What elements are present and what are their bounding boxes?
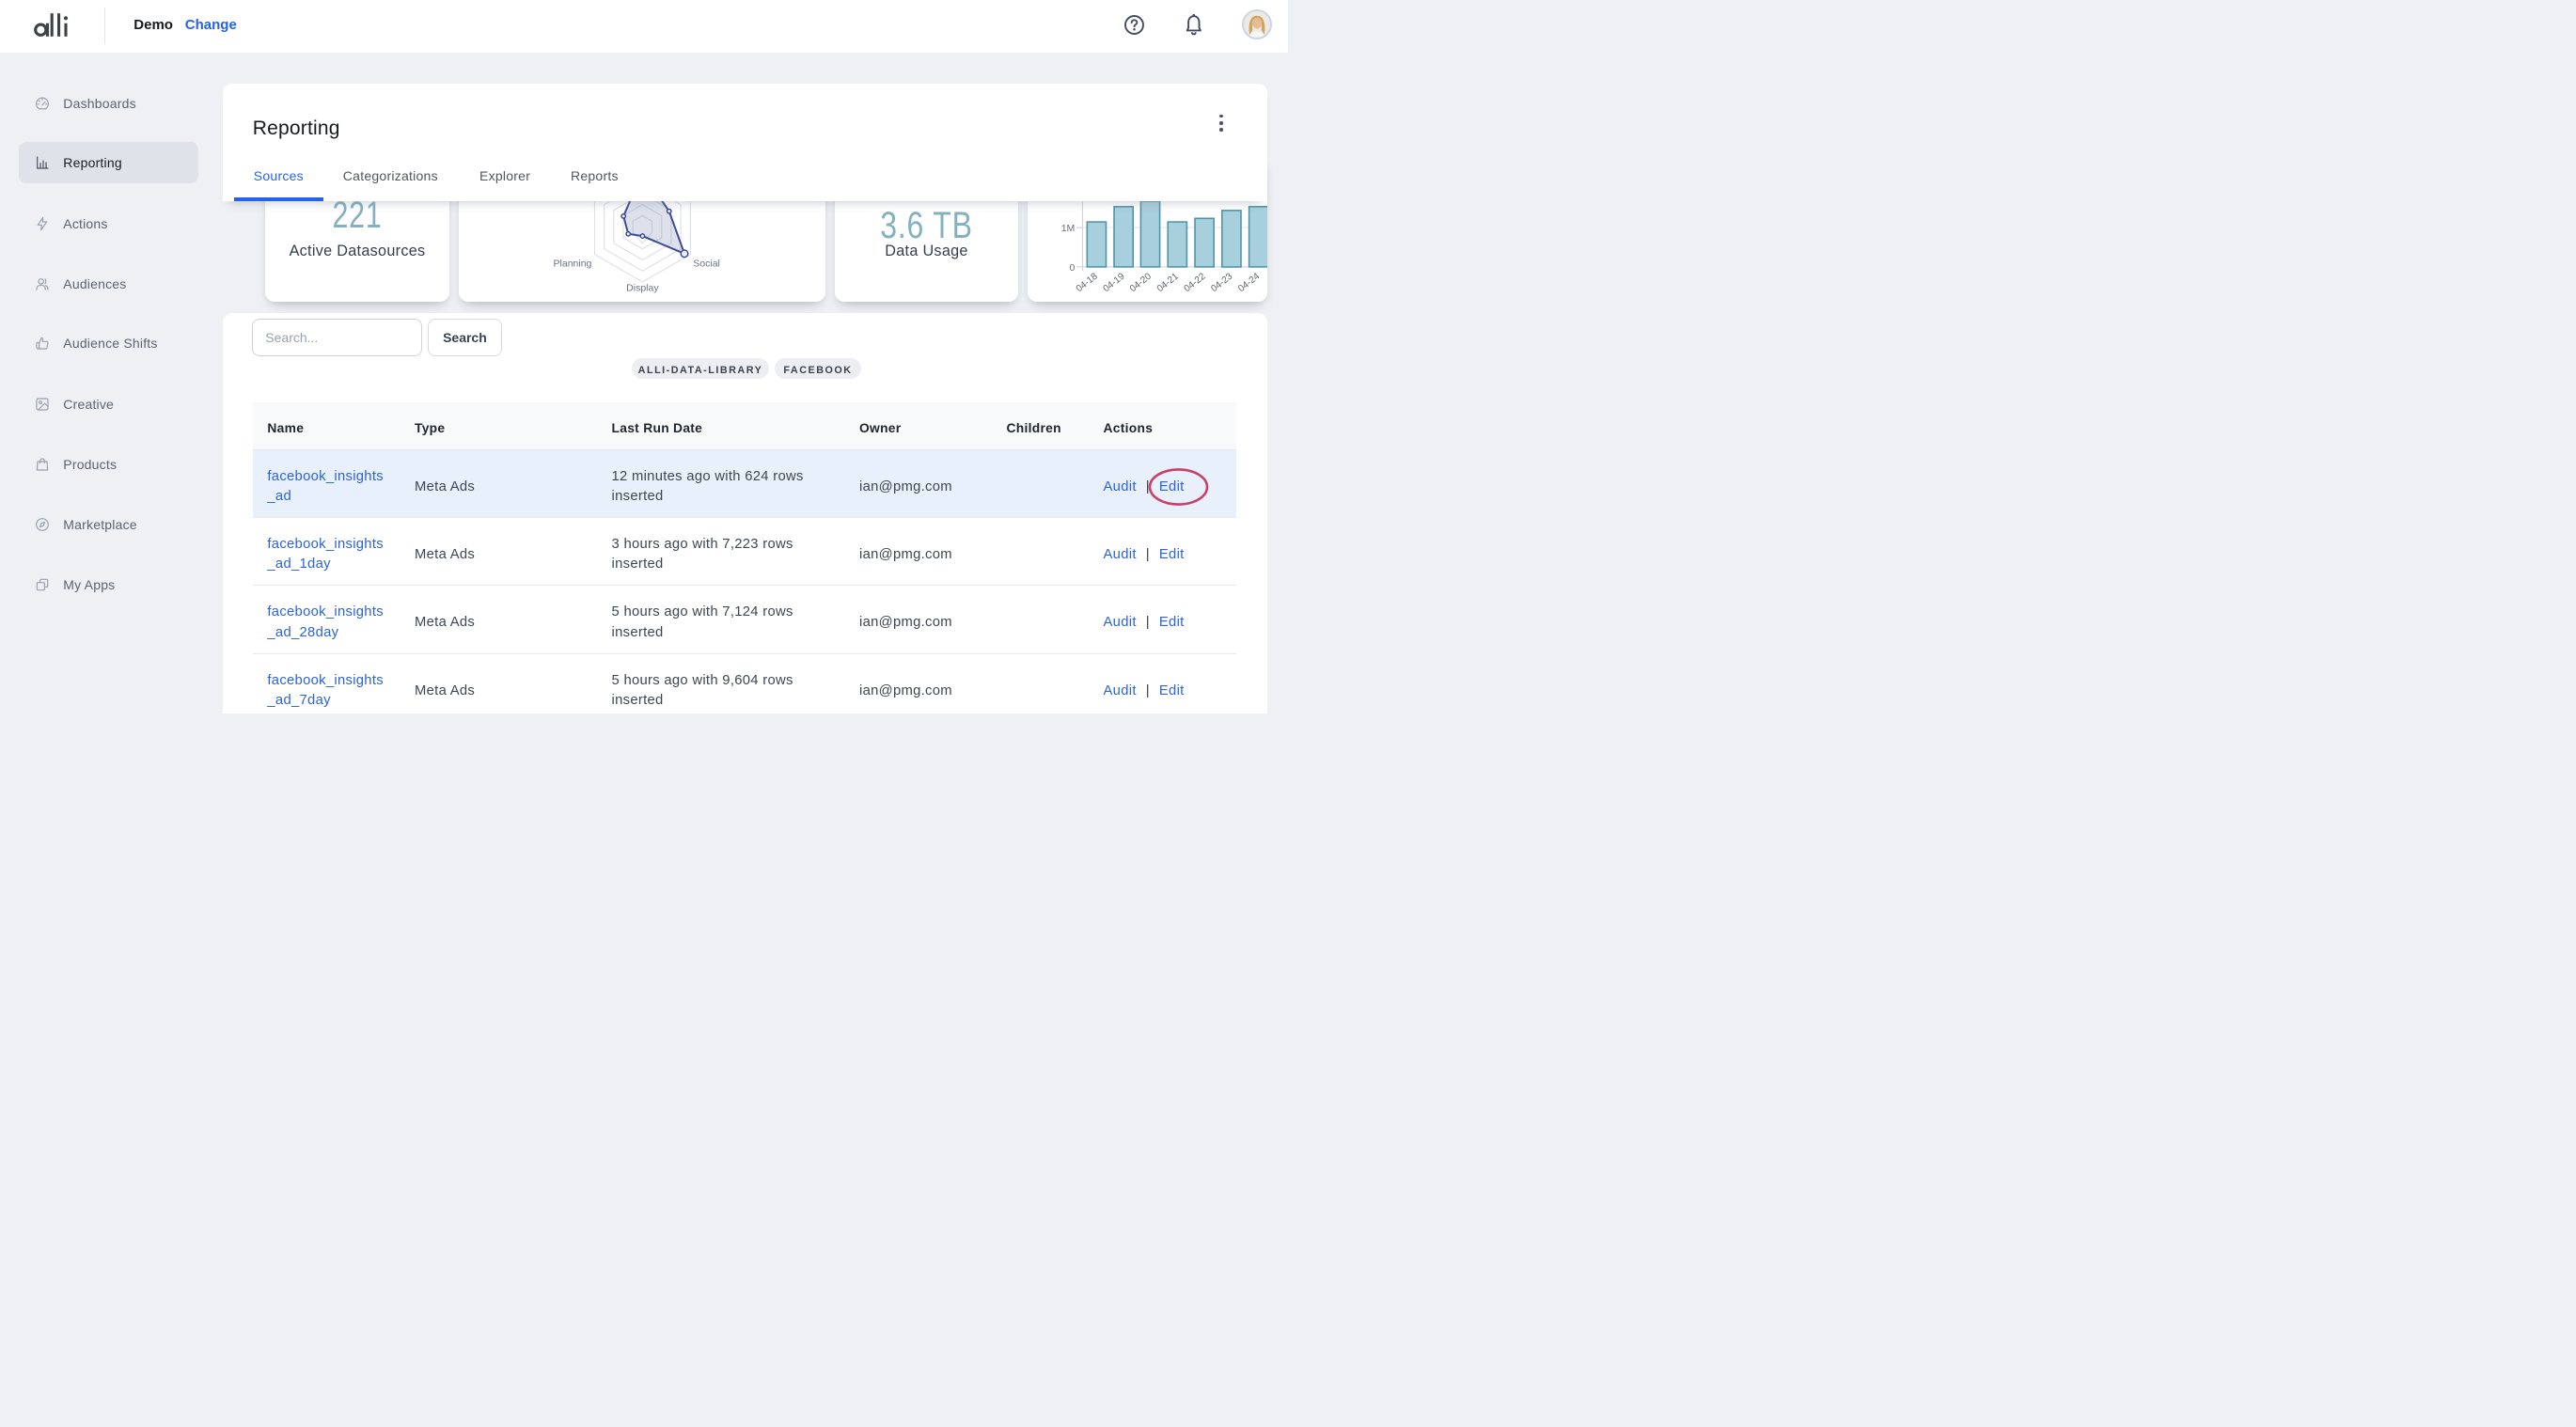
- svg-text:04-18: 04-18: [1075, 271, 1100, 294]
- svg-text:1M: 1M: [1061, 223, 1076, 234]
- svg-text:04-21: 04-21: [1155, 271, 1181, 294]
- svg-text:04-23: 04-23: [1209, 271, 1234, 294]
- svg-text:Planning: Planning: [554, 258, 592, 269]
- svg-text:04-20: 04-20: [1128, 271, 1154, 294]
- svg-text:0: 0: [1069, 262, 1075, 274]
- svg-text:04-22: 04-22: [1183, 271, 1208, 294]
- svg-text:Social: Social: [693, 258, 720, 269]
- svg-text:04-24: 04-24: [1236, 271, 1262, 294]
- svg-text:04-19: 04-19: [1102, 271, 1127, 294]
- svg-text:Display: Display: [626, 282, 659, 293]
